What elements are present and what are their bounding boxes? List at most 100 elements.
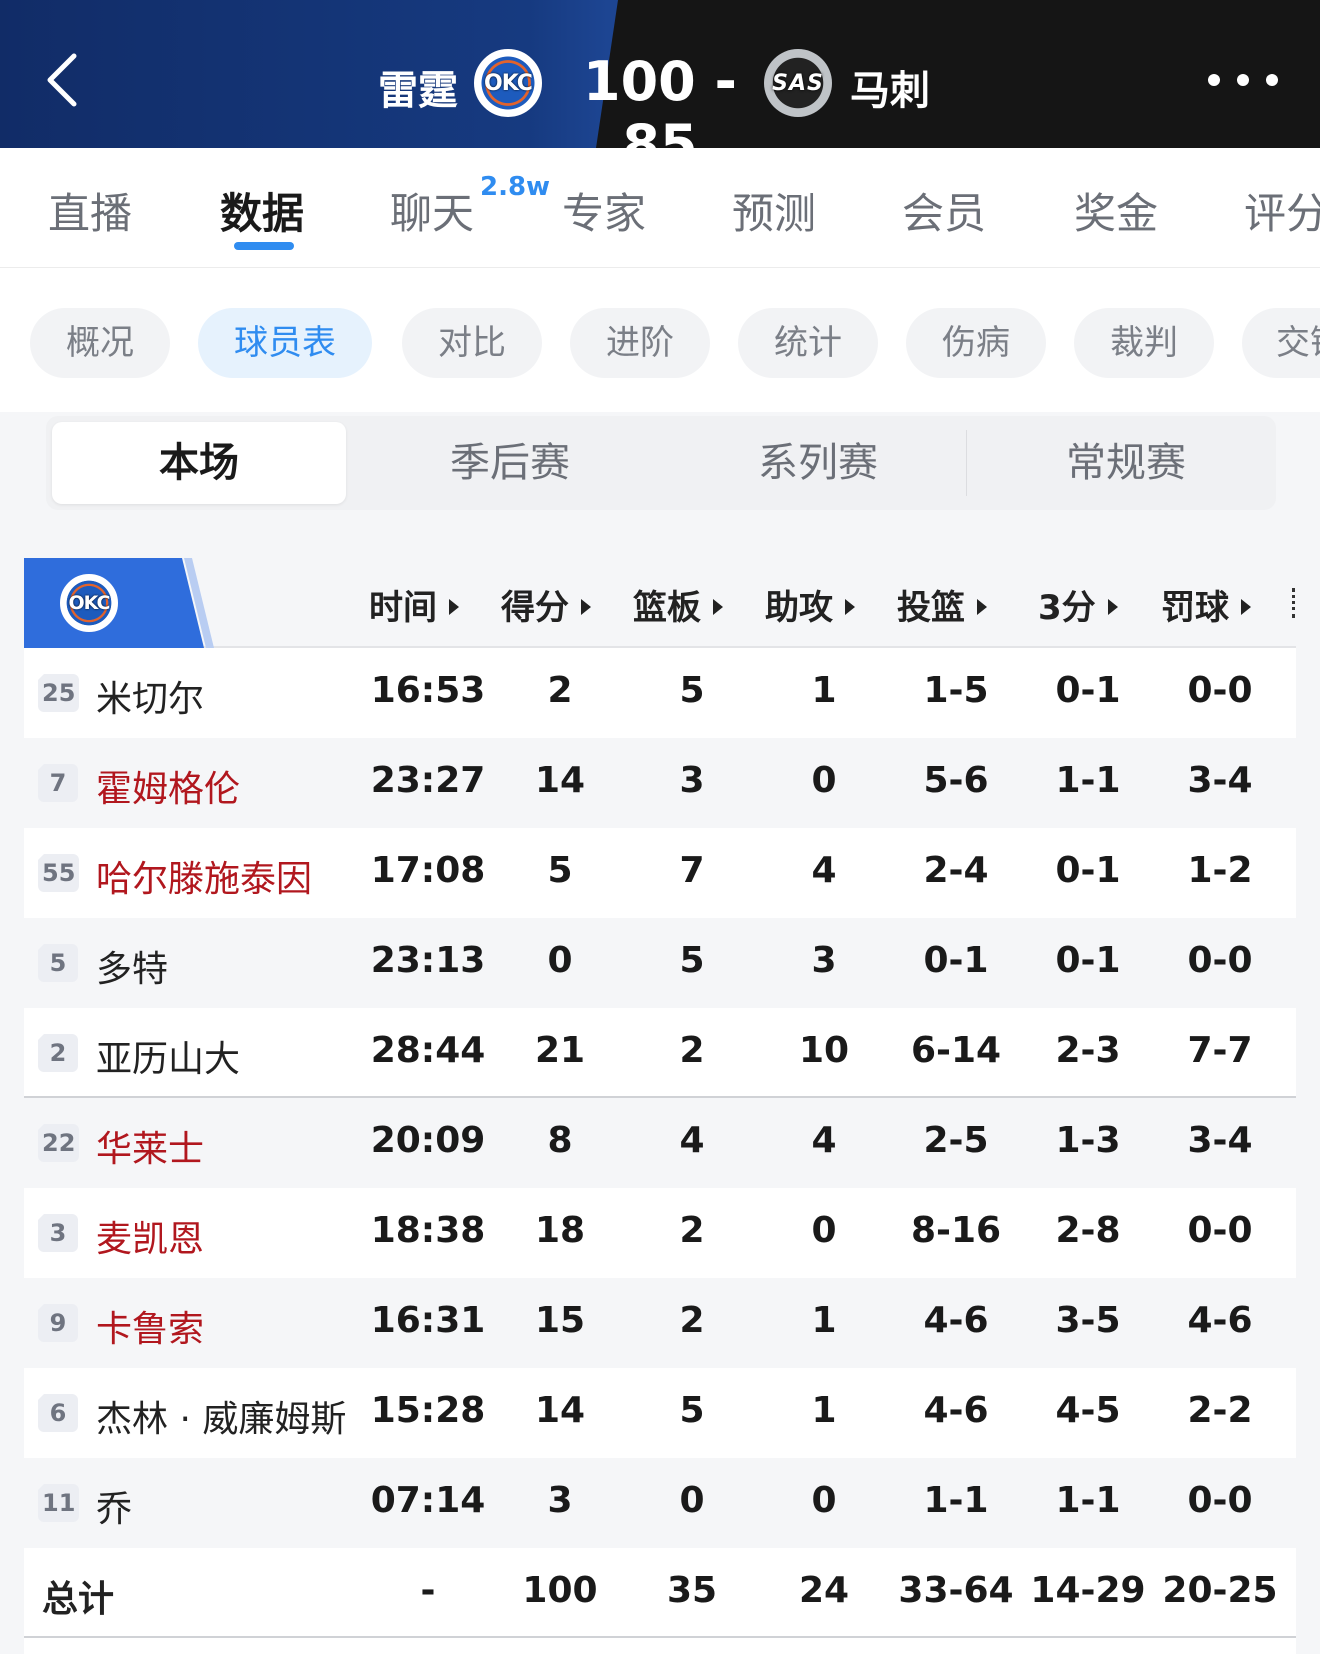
stat-cell: 0 (679, 1480, 705, 1521)
tab-bonus[interactable]: 奖金 (1074, 180, 1158, 241)
table-row[interactable]: 11 乔 07:14 3 0 0 1-1 1-1 0-0 (24, 1458, 1296, 1548)
jersey-number: 9 (38, 1304, 78, 1342)
home-team-name[interactable]: 雷霆 (378, 58, 458, 116)
stat-cell: 8 (547, 1120, 573, 1161)
player-name[interactable]: 亚历山大 (96, 1030, 240, 1082)
table-row[interactable]: 22 华莱士 20:09 8 4 4 2-5 1-3 3-4 (24, 1098, 1296, 1188)
tab-data[interactable]: 数据 (220, 180, 304, 241)
stat-cell: 21 (534, 1030, 586, 1071)
tab-rating[interactable]: 评分 (1244, 180, 1320, 241)
more-options-button[interactable] (1208, 70, 1278, 90)
table-row[interactable]: 9 卡鲁索 16:31 15 2 1 4-6 3-5 4-6 (24, 1278, 1296, 1368)
total-row: 总计 - 100 35 24 33-64 14-29 20-25 (24, 1548, 1296, 1638)
column-header-rebounds[interactable]: 篮板 (633, 580, 723, 629)
total-stat-cell: - (420, 1570, 436, 1611)
tab-prediction[interactable]: 预测 (732, 180, 816, 241)
tab-chat-label: 聊天 (390, 189, 475, 238)
player-name[interactable]: 华莱士 (96, 1120, 204, 1172)
subtab-head-to-head[interactable]: 交锋 (1242, 308, 1320, 378)
stat-cell: 1 (811, 1390, 837, 1431)
stat-cell: 18:38 (370, 1210, 486, 1251)
player-name[interactable]: 米切尔 (96, 670, 204, 722)
stat-cell: 0 (811, 760, 837, 801)
table-row[interactable]: 25 米切尔 16:53 2 5 1 1-5 0-1 0-0 (24, 648, 1296, 738)
stat-cell: 4 (679, 1120, 705, 1161)
player-name[interactable]: 卡鲁索 (96, 1300, 204, 1352)
column-header-three-pointers[interactable]: 3分 (1038, 580, 1118, 629)
column-header-assists[interactable]: 助攻 (765, 580, 855, 629)
stat-cell: 1-5 (923, 670, 989, 711)
column-header-free-throws[interactable]: 罚球 (1161, 580, 1251, 629)
table-row[interactable]: 6 杰林 · 威廉姆斯 15:28 14 5 1 4-6 4-5 2-2 (24, 1368, 1296, 1458)
jersey-number: 11 (38, 1484, 80, 1522)
away-team-logo[interactable]: SAS (764, 49, 832, 117)
stat-cell: 2 (679, 1210, 705, 1251)
player-name[interactable]: 多特 (96, 940, 168, 992)
stat-cell: 0-1 (923, 940, 989, 981)
column-header-label: 3分 (1038, 588, 1096, 628)
subtab-referees[interactable]: 裁判 (1074, 308, 1214, 378)
stat-cell: 4-6 (923, 1390, 989, 1431)
column-header-field-goals[interactable]: 投篮 (897, 580, 987, 629)
stat-cell: 0-1 (1055, 670, 1121, 711)
segment-playoffs[interactable]: 季后赛 (360, 416, 660, 510)
stat-cell: 4-6 (1187, 1300, 1253, 1341)
player-name[interactable]: 哈尔滕施泰因 (96, 850, 312, 902)
stat-cell: 1-1 (923, 1480, 989, 1521)
total-label: 总计 (42, 1579, 115, 1620)
table-row[interactable]: 55 哈尔滕施泰因 17:08 5 7 4 2-4 0-1 1-2 (24, 828, 1296, 918)
sort-arrow-icon (1241, 599, 1251, 615)
stat-cell: 1-1 (1055, 760, 1121, 801)
player-stats-panel: 本场 季后赛 系列赛 常规赛 OKC 时间 得分 篮板 助攻 投篮 3分 罚球 … (0, 412, 1320, 1654)
subtab-compare[interactable]: 对比 (402, 308, 542, 378)
player-name[interactable]: 杰林 · 威廉姆斯 (96, 1390, 346, 1442)
column-header-points[interactable]: 得分 (501, 580, 591, 629)
subtab-statistics[interactable]: 统计 (738, 308, 878, 378)
stat-cell: 1-3 (1055, 1120, 1121, 1161)
home-team-logo[interactable]: OKC (474, 49, 542, 117)
table-row[interactable]: 2 亚历山大 28:44 21 2 10 6-14 2-3 7-7 (24, 1008, 1296, 1098)
table-row[interactable]: 5 多特 23:13 0 5 3 0-1 0-1 0-0 (24, 918, 1296, 1008)
back-button[interactable] (40, 50, 86, 107)
stat-cell: 1-2 (1187, 850, 1253, 891)
more-columns-indicator (1292, 588, 1296, 618)
table-row[interactable]: 3 麦凯恩 18:38 18 2 0 8-16 2-8 0-0 (24, 1188, 1296, 1278)
subtab-injuries[interactable]: 伤病 (906, 308, 1046, 378)
column-header-minutes[interactable]: 时间 (369, 580, 459, 629)
stat-cell: 2-2 (1187, 1390, 1253, 1431)
segment-regular-season[interactable]: 常规赛 (976, 416, 1276, 510)
tab-live[interactable]: 直播 (48, 180, 132, 241)
column-header-label: 时间 (369, 588, 437, 628)
tab-experts[interactable]: 专家 (562, 180, 646, 241)
segment-series[interactable]: 系列赛 (668, 416, 968, 510)
player-name[interactable]: 麦凯恩 (96, 1210, 204, 1262)
stat-cell: 1-1 (1055, 1480, 1121, 1521)
stat-cell: 3 (547, 1480, 573, 1521)
table-row[interactable]: 7 霍姆格伦 23:27 14 3 0 5-6 1-1 3-4 (24, 738, 1296, 828)
subtab-advanced[interactable]: 进阶 (570, 308, 710, 378)
subtab-overview[interactable]: 概况 (30, 308, 170, 378)
sort-arrow-icon (713, 599, 723, 615)
total-stat-cell: 14-29 (1030, 1570, 1146, 1611)
stat-cell: 5 (679, 670, 705, 711)
total-stat-cell: 35 (666, 1570, 718, 1611)
chat-count-badge: 2.8w (480, 172, 551, 202)
player-name[interactable]: 霍姆格伦 (96, 760, 240, 812)
stat-cell: 3-4 (1187, 760, 1253, 801)
column-header-label: 投篮 (897, 588, 965, 628)
more-dot-icon (1208, 74, 1220, 86)
subtab-player-stats[interactable]: 球员表 (198, 308, 372, 378)
stat-cell: 07:14 (370, 1480, 486, 1521)
stat-cell: 5 (679, 1390, 705, 1431)
player-name[interactable]: 乔 (96, 1480, 132, 1532)
tab-membership[interactable]: 会员 (902, 180, 986, 241)
okc-team-logo[interactable]: OKC (60, 574, 118, 632)
scope-segmented-control: 本场 季后赛 系列赛 常规赛 (46, 416, 1276, 510)
jersey-number: 3 (38, 1214, 78, 1252)
stat-cell: 8-16 (910, 1210, 1002, 1251)
segment-this-game[interactable]: 本场 (52, 422, 346, 504)
stat-cell: 2-8 (1055, 1210, 1121, 1251)
tab-chat[interactable]: 聊天 2.8w (390, 172, 550, 241)
away-team-name[interactable]: 马刺 (850, 58, 930, 116)
stat-cell: 0 (811, 1210, 837, 1251)
